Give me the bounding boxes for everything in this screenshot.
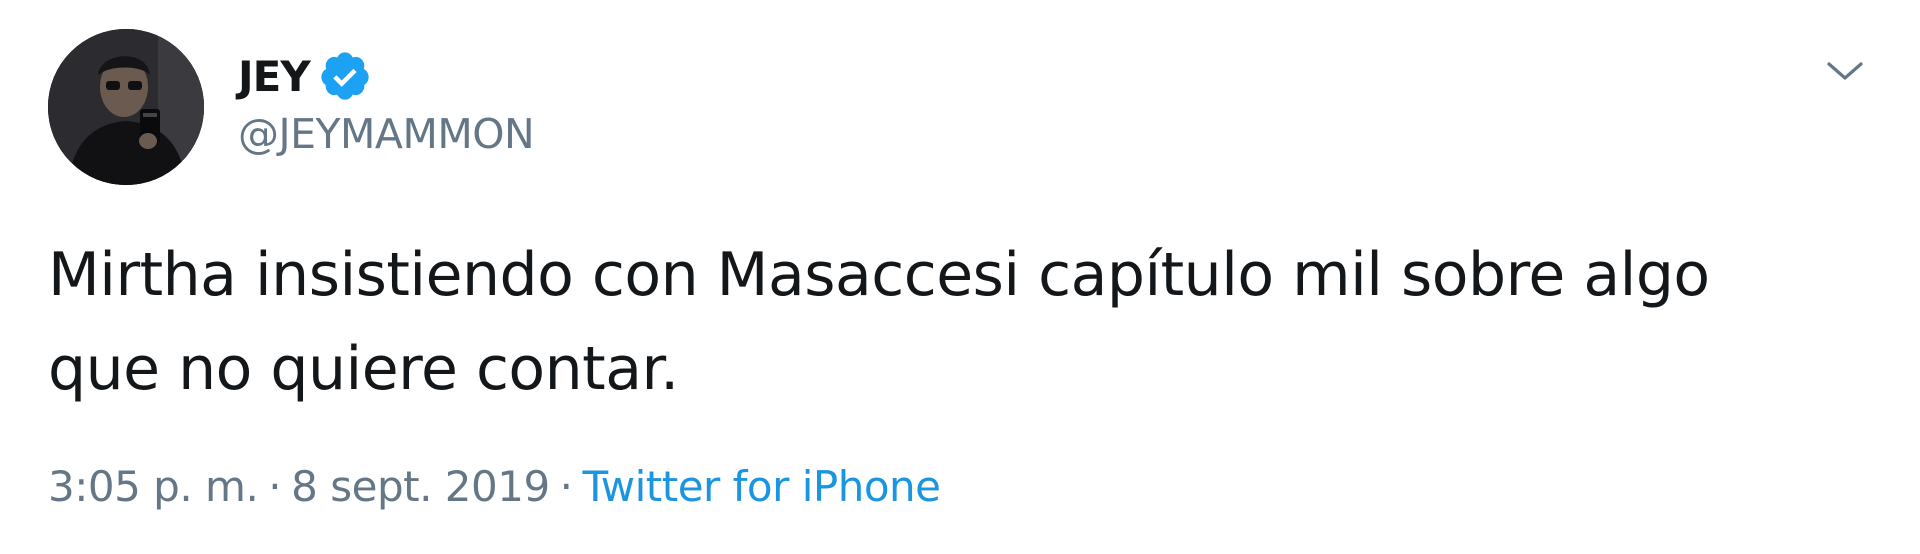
tweet-metadata: 3:05 p. m. · 8 sept. 2019 · Twitter for iPho… bbox=[48, 462, 941, 511]
avatar[interactable] bbox=[48, 29, 204, 185]
tweet-date[interactable]: 8 sept. 2019 bbox=[291, 462, 550, 511]
display-name-row: JEY bbox=[238, 48, 534, 104]
display-name[interactable]: JEY bbox=[238, 52, 311, 101]
verified-badge-icon bbox=[318, 49, 372, 103]
separator: · bbox=[559, 462, 573, 511]
more-options-button[interactable] bbox=[1820, 46, 1870, 96]
tweet-source-link[interactable]: Twitter for iPhone bbox=[583, 462, 942, 511]
tweet-text: Mirtha insistiendo con Masaccesi capítul… bbox=[48, 240, 1710, 404]
user-handle[interactable]: @JEYMAMMON bbox=[238, 110, 535, 158]
tweet-card: JEY @JEYMAMMON Mirtha insistiendo con Ma… bbox=[0, 0, 1920, 554]
separator: · bbox=[268, 462, 282, 511]
tweet-time[interactable]: 3:05 p. m. bbox=[48, 462, 259, 511]
avatar-image bbox=[48, 29, 204, 185]
user-info[interactable]: JEY @JEYMAMMON bbox=[238, 48, 535, 159]
chevron-down-icon bbox=[1827, 62, 1863, 80]
